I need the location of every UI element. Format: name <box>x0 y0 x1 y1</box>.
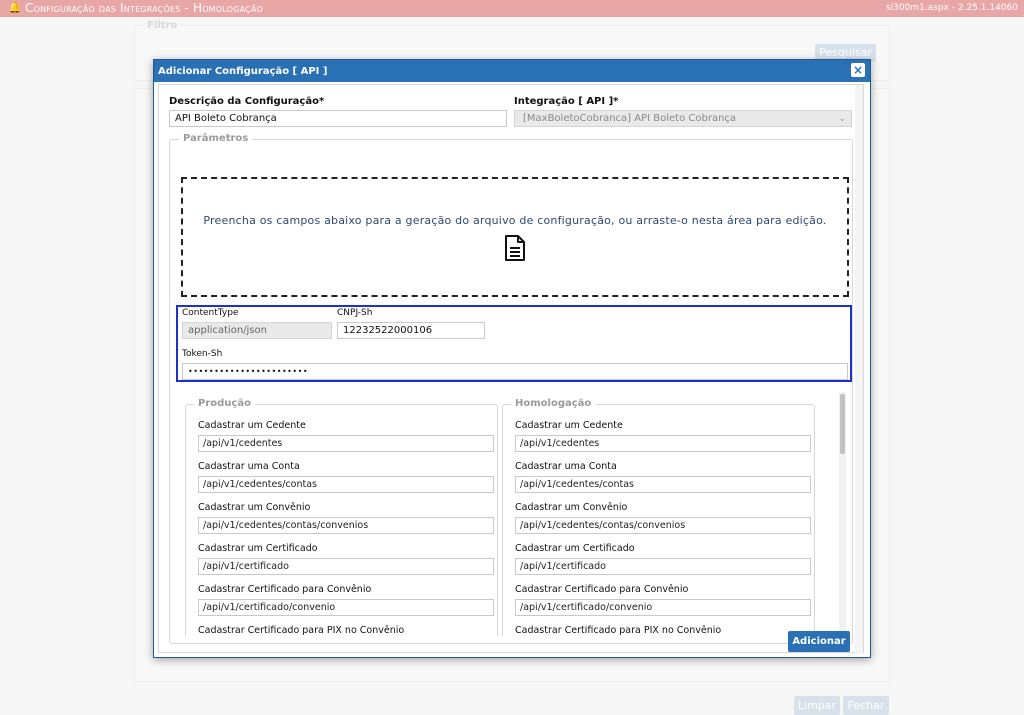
modal-header: Adicionar Configuração [ API ] × <box>154 60 870 82</box>
add-button[interactable]: Adicionar <box>788 631 850 652</box>
version-label: si300m1.aspx - 2.25.1.14060 <box>885 3 1018 13</box>
endpoints-scrollbar[interactable] <box>839 392 846 632</box>
endpoint-label: Cadastrar um Cedente <box>198 420 306 431</box>
homologacao-fieldset: Cadastrar um Cedente /api/v1/cedentes Ca… <box>502 404 815 636</box>
integration-select-value: [MaxBoletoCobranca] API Boleto Cobrança <box>523 113 737 124</box>
file-dropzone[interactable]: Preencha os campos abaixo para a geração… <box>181 177 849 297</box>
dropzone-text: Preencha os campos abaixo para a geração… <box>203 214 827 227</box>
endpoint-label: Cadastrar um Convênio <box>198 502 311 513</box>
endpoint-input[interactable]: /api/v1/certificado <box>515 558 811 575</box>
description-label: Descrição da Configuração* <box>169 96 325 107</box>
content-type-label: ContentType <box>182 308 239 318</box>
endpoints-container: Cadastrar um Cedente /api/v1/cedentes Ca… <box>180 392 846 636</box>
integration-select[interactable]: [MaxBoletoCobranca] API Boleto Cobrança … <box>514 110 852 127</box>
bell-icon: 🔔 <box>8 1 22 14</box>
modal-title: Adicionar Configuração [ API ] <box>158 66 328 77</box>
content-type-input[interactable]: application/json <box>182 322 332 339</box>
endpoint-label: Cadastrar um Cedente <box>515 420 623 431</box>
api-params-box: ContentType application/json CNPJ-Sh 122… <box>176 305 852 382</box>
endpoint-label: Cadastrar um Certificado <box>515 543 635 554</box>
endpoint-label: Cadastrar um Certificado <box>198 543 318 554</box>
integration-label: Integração [ API ]* <box>514 96 619 107</box>
close-icon[interactable]: × <box>851 63 865 77</box>
token-input[interactable]: ••••••••••••••••••••••• <box>182 363 848 380</box>
endpoint-label: Cadastrar Certificado para PIX no Convên… <box>515 625 722 636</box>
params-legend: Parâmetros <box>179 133 253 144</box>
endpoint-input[interactable]: /api/v1/cedentes/contas <box>198 476 494 493</box>
endpoint-input[interactable]: /api/v1/certificado/convenio <box>198 599 494 616</box>
endpoint-label: Cadastrar uma Conta <box>198 461 300 472</box>
endpoint-input[interactable]: /api/v1/cedentes/contas <box>515 476 811 493</box>
endpoint-input[interactable]: /api/v1/certificado/convenio <box>515 599 811 616</box>
endpoint-label: Cadastrar um Convênio <box>515 502 628 513</box>
page-title: Configuração das Integrações - Homologaç… <box>25 1 263 15</box>
cnpj-input[interactable]: 12232522000106 <box>337 322 485 339</box>
endpoint-label: Cadastrar Certificado para Convênio <box>515 584 689 595</box>
endpoint-label: Cadastrar Certificado para Convênio <box>198 584 372 595</box>
modal-scrollbar[interactable] <box>855 85 863 654</box>
chevron-down-icon: ⌄ <box>838 114 846 124</box>
homologacao-legend: Homologação <box>511 398 596 409</box>
endpoint-input[interactable]: /api/v1/cedentes/contas/convenios <box>515 517 811 534</box>
description-input[interactable]: API Boleto Cobrança <box>169 110 507 127</box>
token-label: Token-Sh <box>182 349 223 359</box>
producao-legend: Produção <box>194 398 255 409</box>
add-configuration-modal: Adicionar Configuração [ API ] × Descriç… <box>153 59 871 658</box>
endpoint-input[interactable]: /api/v1/cedentes <box>198 435 494 452</box>
endpoint-input[interactable]: /api/v1/certificado <box>198 558 494 575</box>
app-topbar: 🔔 Configuração das Integrações - Homolog… <box>0 0 1024 17</box>
producao-fieldset: Cadastrar um Cedente /api/v1/cedentes Ca… <box>185 404 498 636</box>
endpoint-input[interactable]: /api/v1/cedentes <box>515 435 811 452</box>
endpoints-scroll-thumb[interactable] <box>840 394 845 454</box>
cnpj-label: CNPJ-Sh <box>337 308 373 318</box>
endpoint-label: Cadastrar Certificado para PIX no Convên… <box>198 625 405 636</box>
endpoint-label: Cadastrar uma Conta <box>515 461 617 472</box>
endpoint-input[interactable]: /api/v1/cedentes/contas/convenios <box>198 517 494 534</box>
document-icon <box>505 235 525 261</box>
modal-body: Descrição da Configuração* API Boleto Co… <box>158 84 864 654</box>
